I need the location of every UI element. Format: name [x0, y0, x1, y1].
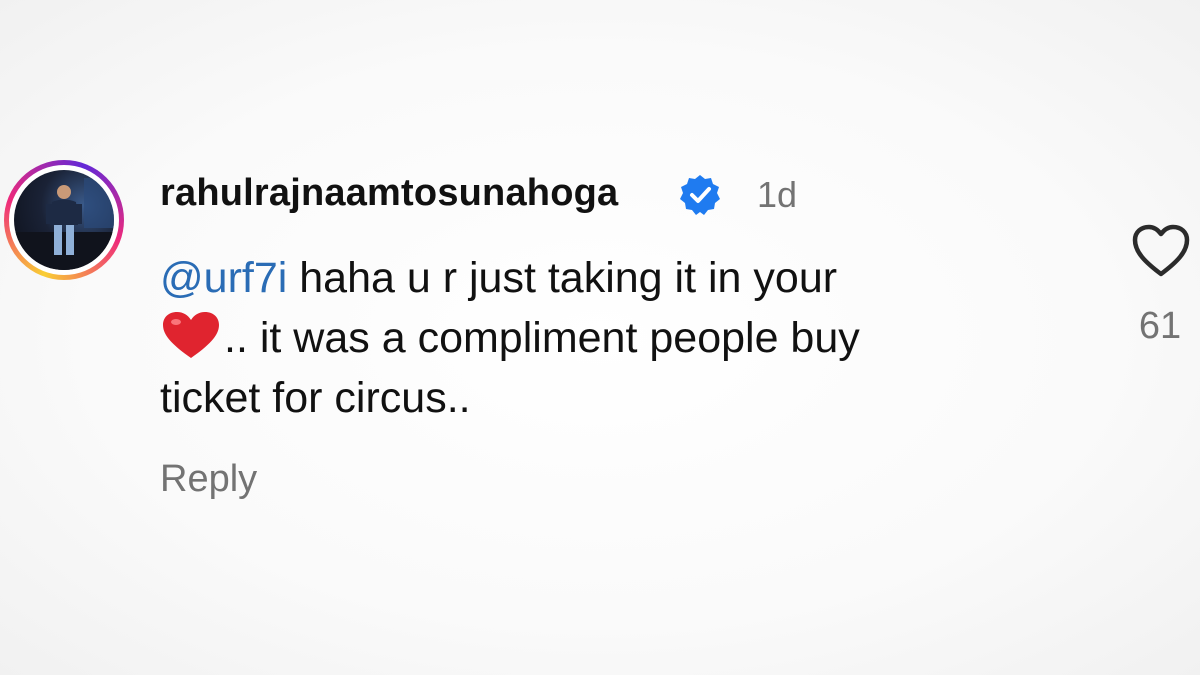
red-heart-emoji: [160, 310, 222, 360]
avatar-ring-gap: [9, 165, 119, 275]
comment-text-line2: .. it was a compliment people buy: [224, 314, 860, 362]
mention-link[interactable]: @urf7i: [160, 254, 287, 302]
avatar-photo: [14, 170, 114, 270]
comment-username[interactable]: rahulrajnaamtosunahoga: [160, 172, 618, 215]
reply-button[interactable]: Reply: [160, 458, 257, 501]
avatar[interactable]: [4, 160, 124, 280]
comment-text-line1: haha u r just taking it in your: [287, 254, 838, 302]
comment-text-line3: ticket for circus..: [160, 374, 471, 422]
verified-badge-icon: [678, 173, 722, 217]
comment-screen: rahulrajnaamtosunahoga 1d @urf7i haha u …: [0, 0, 1200, 675]
heart-outline-icon[interactable]: [1130, 222, 1192, 280]
comment-timestamp: 1d: [757, 174, 798, 215]
like-count: 61: [1138, 305, 1182, 347]
comment-text: @urf7i haha u r just taking it in your .…: [160, 248, 1060, 428]
